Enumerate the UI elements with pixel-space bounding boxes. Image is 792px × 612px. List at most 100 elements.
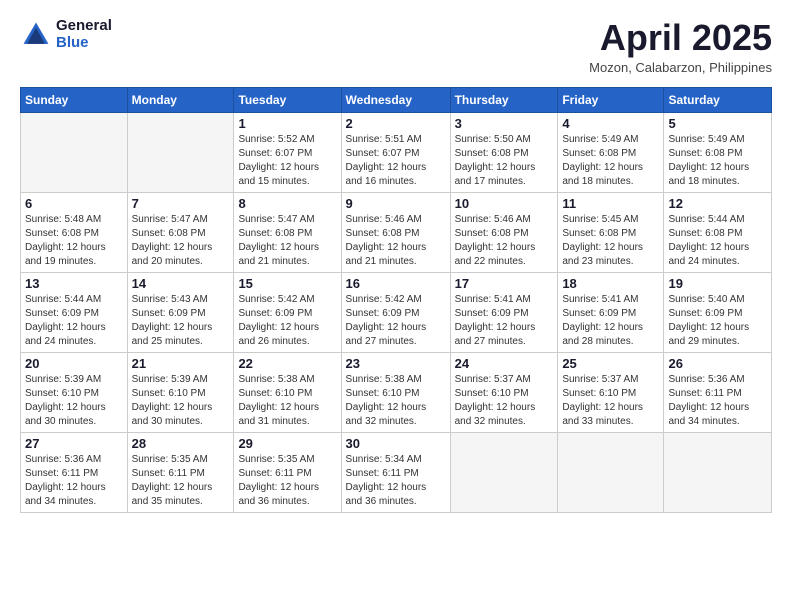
day-number: 17 — [455, 276, 554, 291]
day-number: 29 — [238, 436, 336, 451]
day-number: 6 — [25, 196, 123, 211]
calendar-cell: 20 Sunrise: 5:39 AM Sunset: 6:10 PM Dayli… — [21, 352, 128, 432]
calendar-cell: 7Sunrise: 5:47 AM Sunset: 6:08 PM Daylig… — [127, 192, 234, 272]
day-number: 18 — [562, 276, 659, 291]
day-number: 2 — [346, 116, 446, 131]
header-sunday: Sunday — [21, 87, 128, 112]
day-number: 10 — [455, 196, 554, 211]
day-info: Sunrise: 5:37 AM Sunset: 6:10 PM Dayligh… — [562, 373, 659, 429]
day-info: Sunrise: 5:36 AM Sunset: 6:11 PM Dayligh… — [668, 373, 767, 429]
day-number: 14 — [132, 276, 230, 291]
day-info: Sunrise: 5:41 AM Sunset: 6:09 PM Dayligh… — [455, 293, 554, 349]
day-info: Sunrise: 5:38 AM Sunset: 6:10 PM Dayligh… — [238, 373, 336, 429]
header-tuesday: Tuesday — [234, 87, 341, 112]
day-number: 19 — [668, 276, 767, 291]
calendar-cell: 3 Sunrise: 5:50 AM Sunset: 6:08 PM Daylig… — [450, 112, 558, 192]
calendar-cell: 26 Sunrise: 5:36 AM Sunset: 6:11 PM Dayli… — [664, 352, 772, 432]
calendar-cell: 17 Sunrise: 5:41 AM Sunset: 6:09 PM Dayli… — [450, 272, 558, 352]
header-friday: Friday — [558, 87, 664, 112]
header-wednesday: Wednesday — [341, 87, 450, 112]
day-info: Sunrise: 5:35 AM Sunset: 6:11 PM Dayligh… — [132, 453, 230, 509]
day-number: 25 — [562, 356, 659, 371]
header: General Blue April 2025 Mozon, Calabarzo… — [20, 18, 772, 75]
calendar-cell: 28 Sunrise: 5:35 AM Sunset: 6:11 PM Dayli… — [127, 432, 234, 512]
day-info: Sunrise: 5:34 AM Sunset: 6:11 PM Dayligh… — [346, 453, 446, 509]
day-info: Sunrise: 5:49 AM Sunset: 6:08 PM Dayligh… — [562, 133, 659, 189]
calendar-cell: 21Sunrise: 5:39 AM Sunset: 6:10 PM Dayli… — [127, 352, 234, 432]
day-info: Sunrise: 5:42 AM Sunset: 6:09 PM Dayligh… — [346, 293, 446, 349]
calendar-cell — [127, 112, 234, 192]
calendar-cell: 22 Sunrise: 5:38 AM Sunset: 6:10 PM Dayli… — [234, 352, 341, 432]
calendar-week-row: 6 Sunrise: 5:48 AM Sunset: 6:08 PM Daylig… — [21, 192, 772, 272]
day-number: 28 — [132, 436, 230, 451]
day-number: 11 — [562, 196, 659, 211]
logo: General Blue — [20, 18, 112, 51]
day-info: Sunrise: 5:39 AM Sunset: 6:10 PM Dayligh… — [25, 373, 123, 429]
calendar-cell: 18 Sunrise: 5:41 AM Sunset: 6:09 PM Dayli… — [558, 272, 664, 352]
calendar-cell: 6 Sunrise: 5:48 AM Sunset: 6:08 PM Daylig… — [21, 192, 128, 272]
day-number: 27 — [25, 436, 123, 451]
logo-general: General — [56, 18, 112, 35]
day-number: 26 — [668, 356, 767, 371]
day-number: 13 — [25, 276, 123, 291]
day-number: 12 — [668, 196, 767, 211]
day-info: Sunrise: 5:42 AM Sunset: 6:09 PM Dayligh… — [238, 293, 336, 349]
day-number: 4 — [562, 116, 659, 131]
calendar-cell — [21, 112, 128, 192]
calendar-cell — [664, 432, 772, 512]
day-number: 5 — [668, 116, 767, 131]
calendar-cell: 14 Sunrise: 5:43 AM Sunset: 6:09 PM Dayli… — [127, 272, 234, 352]
calendar-cell: 30 Sunrise: 5:34 AM Sunset: 6:11 PM Dayli… — [341, 432, 450, 512]
calendar-cell: 2 Sunrise: 5:51 AM Sunset: 6:07 PM Daylig… — [341, 112, 450, 192]
calendar-cell: 13 Sunrise: 5:44 AM Sunset: 6:09 PM Dayli… — [21, 272, 128, 352]
day-info: Sunrise: 5:37 AM Sunset: 6:10 PM Dayligh… — [455, 373, 554, 429]
calendar-week-row: 20 Sunrise: 5:39 AM Sunset: 6:10 PM Dayli… — [21, 352, 772, 432]
day-info: Sunrise: 5:46 AM Sunset: 6:08 PM Dayligh… — [455, 213, 554, 269]
calendar-week-row: 1 Sunrise: 5:52 AM Sunset: 6:07 PM Daylig… — [21, 112, 772, 192]
day-number: 15 — [238, 276, 336, 291]
calendar-cell: 1 Sunrise: 5:52 AM Sunset: 6:07 PM Daylig… — [234, 112, 341, 192]
calendar-week-row: 13 Sunrise: 5:44 AM Sunset: 6:09 PM Dayli… — [21, 272, 772, 352]
day-info: Sunrise: 5:43 AM Sunset: 6:09 PM Dayligh… — [132, 293, 230, 349]
day-number: 22 — [238, 356, 336, 371]
day-info: Sunrise: 5:47 AM Sunset: 6:08 PM Dayligh… — [132, 213, 230, 269]
title-block: April 2025 Mozon, Calabarzon, Philippine… — [589, 18, 772, 75]
day-number: 20 — [25, 356, 123, 371]
day-info: Sunrise: 5:40 AM Sunset: 6:09 PM Dayligh… — [668, 293, 767, 349]
day-info: Sunrise: 5:39 AM Sunset: 6:10 PM Dayligh… — [132, 373, 230, 429]
day-number: 30 — [346, 436, 446, 451]
calendar-cell: 8Sunrise: 5:47 AM Sunset: 6:08 PM Daylig… — [234, 192, 341, 272]
calendar-cell: 4 Sunrise: 5:49 AM Sunset: 6:08 PM Daylig… — [558, 112, 664, 192]
header-saturday: Saturday — [664, 87, 772, 112]
calendar-cell: 29Sunrise: 5:35 AM Sunset: 6:11 PM Dayli… — [234, 432, 341, 512]
calendar-cell: 11Sunrise: 5:45 AM Sunset: 6:08 PM Dayli… — [558, 192, 664, 272]
calendar-cell: 16Sunrise: 5:42 AM Sunset: 6:09 PM Dayli… — [341, 272, 450, 352]
day-info: Sunrise: 5:48 AM Sunset: 6:08 PM Dayligh… — [25, 213, 123, 269]
day-number: 23 — [346, 356, 446, 371]
day-info: Sunrise: 5:46 AM Sunset: 6:08 PM Dayligh… — [346, 213, 446, 269]
day-info: Sunrise: 5:51 AM Sunset: 6:07 PM Dayligh… — [346, 133, 446, 189]
day-info: Sunrise: 5:49 AM Sunset: 6:08 PM Dayligh… — [668, 133, 767, 189]
calendar-table: Sunday Monday Tuesday Wednesday Thursday… — [20, 87, 772, 513]
calendar-cell: 15 Sunrise: 5:42 AM Sunset: 6:09 PM Dayli… — [234, 272, 341, 352]
day-number: 1 — [238, 116, 336, 131]
calendar-location: Mozon, Calabarzon, Philippines — [589, 60, 772, 75]
calendar-cell: 24Sunrise: 5:37 AM Sunset: 6:10 PM Dayli… — [450, 352, 558, 432]
calendar-cell: 25 Sunrise: 5:37 AM Sunset: 6:10 PM Dayli… — [558, 352, 664, 432]
calendar-cell: 10 Sunrise: 5:46 AM Sunset: 6:08 PM Dayli… — [450, 192, 558, 272]
calendar-cell — [450, 432, 558, 512]
day-info: Sunrise: 5:36 AM Sunset: 6:11 PM Dayligh… — [25, 453, 123, 509]
day-info: Sunrise: 5:50 AM Sunset: 6:08 PM Dayligh… — [455, 133, 554, 189]
day-info: Sunrise: 5:52 AM Sunset: 6:07 PM Dayligh… — [238, 133, 336, 189]
calendar-cell: 12 Sunrise: 5:44 AM Sunset: 6:08 PM Dayli… — [664, 192, 772, 272]
day-info: Sunrise: 5:38 AM Sunset: 6:10 PM Dayligh… — [346, 373, 446, 429]
day-info: Sunrise: 5:44 AM Sunset: 6:09 PM Dayligh… — [25, 293, 123, 349]
day-info: Sunrise: 5:41 AM Sunset: 6:09 PM Dayligh… — [562, 293, 659, 349]
calendar-title: April 2025 — [589, 18, 772, 58]
header-monday: Monday — [127, 87, 234, 112]
logo-icon — [20, 19, 52, 51]
day-number: 8 — [238, 196, 336, 211]
day-number: 3 — [455, 116, 554, 131]
logo-text: General Blue — [56, 18, 112, 51]
day-info: Sunrise: 5:44 AM Sunset: 6:08 PM Dayligh… — [668, 213, 767, 269]
